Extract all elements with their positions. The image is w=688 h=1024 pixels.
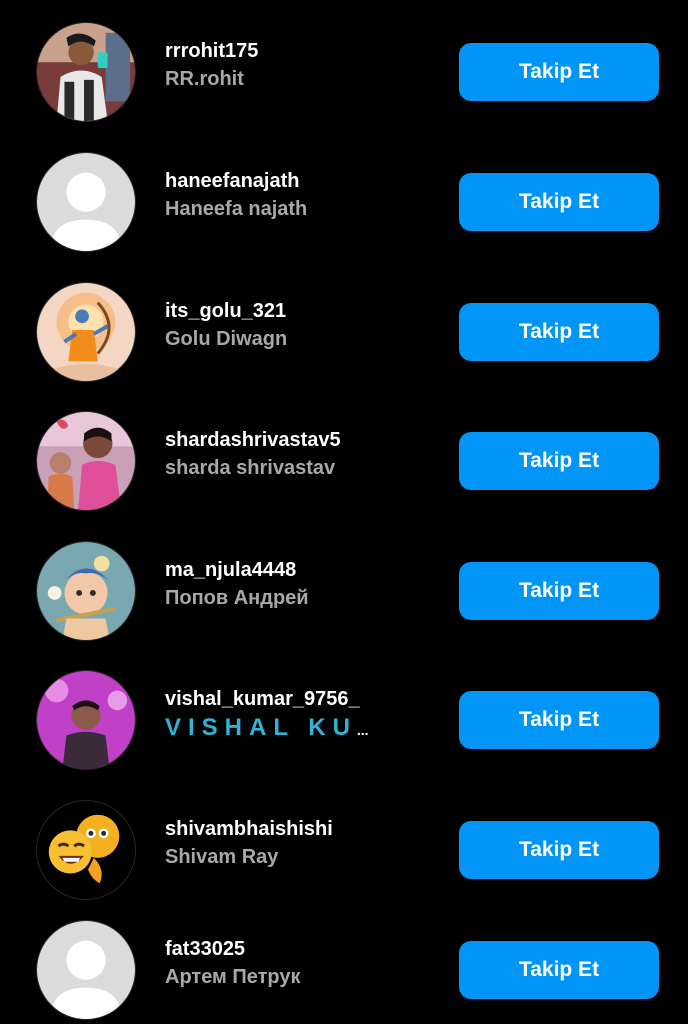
list-item[interactable]: ma_njula4448 Попов Андрей Takip Et bbox=[0, 535, 688, 645]
follow-button[interactable]: Takip Et bbox=[459, 432, 659, 490]
follow-button[interactable]: Takip Et bbox=[459, 303, 659, 361]
list-item[interactable]: shardashrivastav5 sharda shrivastav Taki… bbox=[0, 405, 688, 515]
suggested-accounts-list: rrrohit175 RR.rohit Takip Et haneefanaja… bbox=[0, 0, 688, 1024]
avatar[interactable] bbox=[36, 800, 136, 900]
full-name: sharda shrivastav bbox=[165, 457, 336, 479]
avatar[interactable] bbox=[36, 670, 136, 770]
full-name: Артем Петрук bbox=[165, 966, 301, 988]
avatar-photo-icon bbox=[37, 412, 135, 510]
follow-button[interactable]: Takip Et bbox=[459, 821, 659, 879]
follow-button[interactable]: Takip Et bbox=[459, 562, 659, 620]
list-item[interactable]: haneefanajath Haneefa najath Takip Et bbox=[0, 146, 688, 256]
follow-button[interactable]: Takip Et bbox=[459, 43, 659, 101]
truncation-ellipsis: ... bbox=[356, 722, 369, 738]
list-item[interactable]: shivambhaishishi Shivam Ray Takip Et bbox=[0, 794, 688, 904]
avatar-illustration-icon bbox=[37, 283, 135, 381]
username[interactable]: shivambhaishishi bbox=[165, 818, 333, 841]
default-avatar-icon bbox=[37, 921, 135, 1019]
avatar[interactable] bbox=[36, 411, 136, 511]
avatar[interactable] bbox=[36, 541, 136, 641]
full-name: Попов Андрей bbox=[165, 587, 309, 609]
follow-button[interactable]: Takip Et bbox=[459, 941, 659, 999]
username[interactable]: rrrohit175 bbox=[165, 40, 258, 63]
default-avatar-icon bbox=[37, 153, 135, 251]
avatar-photo-icon bbox=[37, 23, 135, 121]
list-item[interactable]: vishal_kumar_9756_ VISHAL KU... Takip Et bbox=[0, 664, 688, 774]
emoji-faces-icon bbox=[37, 801, 135, 899]
full-name-text: VISHAL KU bbox=[165, 714, 357, 741]
username[interactable]: fat33025 bbox=[165, 938, 245, 961]
full-name: RR.rohit bbox=[165, 68, 244, 90]
list-item[interactable]: rrrohit175 RR.rohit Takip Et bbox=[0, 16, 688, 126]
follow-button[interactable]: Takip Et bbox=[459, 173, 659, 231]
username[interactable]: haneefanajath bbox=[165, 170, 299, 193]
list-item[interactable]: fat33025 Артем Петрук Takip Et bbox=[0, 914, 688, 1024]
username[interactable]: its_golu_321 bbox=[165, 300, 286, 323]
avatar-illustration-icon bbox=[37, 542, 135, 640]
full-name: Shivam Ray bbox=[165, 846, 279, 868]
follow-button[interactable]: Takip Et bbox=[459, 691, 659, 749]
avatar[interactable] bbox=[36, 282, 136, 382]
username[interactable]: shardashrivastav5 bbox=[165, 429, 341, 452]
list-item[interactable]: its_golu_321 Golu Diwagn Takip Et bbox=[0, 276, 688, 386]
full-name: Golu Diwagn bbox=[165, 328, 288, 350]
avatar[interactable] bbox=[36, 920, 136, 1020]
username[interactable]: vishal_kumar_9756_ bbox=[165, 688, 360, 711]
full-name: Haneefa najath bbox=[165, 198, 308, 220]
full-name: VISHAL KU... bbox=[165, 714, 369, 742]
avatar-photo-icon bbox=[37, 671, 135, 769]
avatar[interactable] bbox=[36, 152, 136, 252]
username[interactable]: ma_njula4448 bbox=[165, 559, 296, 582]
avatar[interactable] bbox=[36, 22, 136, 122]
